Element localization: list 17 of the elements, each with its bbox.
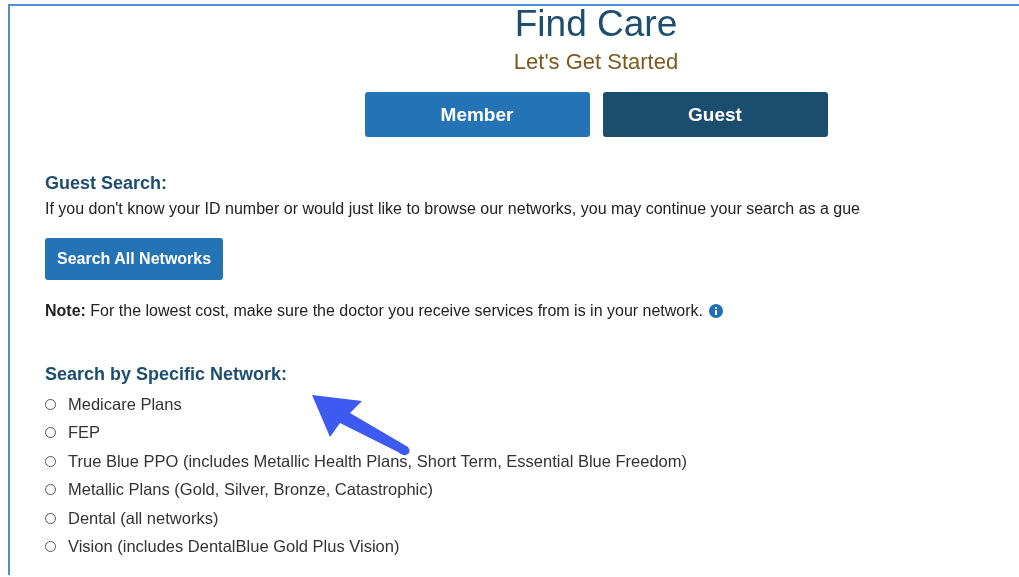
- option-label[interactable]: True Blue PPO (includes Metallic Health Plans, Short Term, Essential Blue Freedom): [68, 451, 687, 471]
- option-label[interactable]: Vision (includes DentalBlue Gold Plus Vision): [68, 537, 400, 557]
- arrow-icon: [312, 395, 410, 456]
- section-heading: Guest Search:: [45, 173, 169, 193]
- page-title: Find Care: [514, 6, 678, 42]
- option-label[interactable]: Medicare Plans: [68, 394, 182, 414]
- option-label[interactable]: FEP: [68, 423, 101, 443]
- description-text: If you don't know your ID number or would just like to browse our networks, you may continue your search as a gue: [45, 200, 861, 218]
- page-subtitle: Let's Get Started: [513, 50, 679, 74]
- section-heading: Search by Specific Network:: [45, 364, 289, 384]
- option-label[interactable]: Dental (all networks): [68, 508, 219, 528]
- search-all-button[interactable]: Search All Networks: [45, 238, 224, 280]
- info-icon[interactable]: [709, 304, 723, 318]
- mode-tab[interactable]: Member: [364, 92, 590, 137]
- note-text: Note: For the lowest cost, make sure the doctor you receive services from is in your network.: [45, 302, 703, 320]
- option-label[interactable]: Metallic Plans (Gold, Silver, Bronze, Catastrophic): [68, 480, 433, 500]
- mode-tab[interactable]: Guest: [602, 92, 828, 137]
